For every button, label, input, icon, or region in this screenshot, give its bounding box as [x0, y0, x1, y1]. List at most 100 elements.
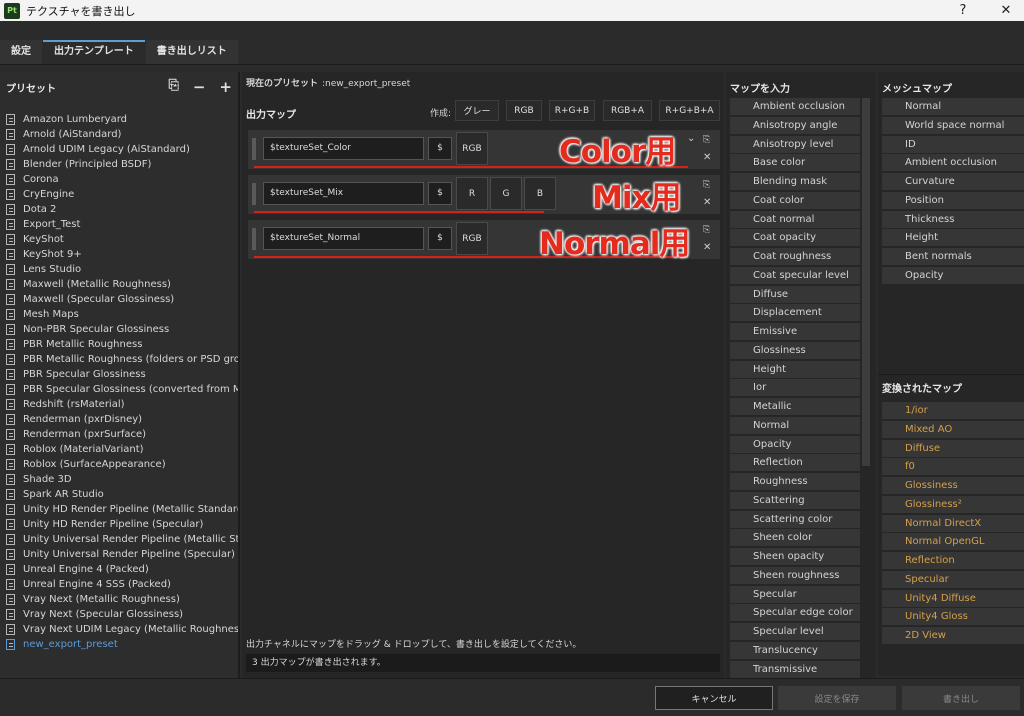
mesh-map-item[interactable]: Normal: [882, 98, 1024, 115]
tab-export-list[interactable]: 書き出しリスト: [145, 40, 238, 64]
preset-item[interactable]: Renderman (pxrDisney): [0, 412, 238, 427]
output-map-name-input[interactable]: $textureSet_Mix: [263, 182, 424, 205]
close-window-button[interactable]: ✕: [989, 0, 1023, 21]
input-map-item[interactable]: Scattering color: [730, 510, 860, 528]
copy-icon[interactable]: ⎘: [703, 135, 710, 145]
close-icon[interactable]: ✕: [703, 197, 711, 208]
cancel-button[interactable]: キャンセル: [655, 686, 773, 710]
input-map-item[interactable]: Roughness: [730, 473, 860, 490]
input-map-item[interactable]: Normal: [730, 416, 860, 434]
mesh-map-item[interactable]: Ambient occlusion: [882, 154, 1024, 172]
preset-item[interactable]: PBR Metallic Roughness: [0, 337, 238, 352]
preset-item[interactable]: Roblox (MaterialVariant): [0, 442, 238, 457]
output-map-name-input[interactable]: $textureSet_Color: [263, 137, 424, 160]
remove-preset-icon[interactable]: −: [193, 78, 206, 96]
tab-output-template[interactable]: 出力テンプレート: [43, 40, 145, 64]
converted-map-item[interactable]: Unity4 Diffuse: [882, 589, 1024, 607]
duplicate-preset-icon[interactable]: ⎘: [168, 78, 178, 96]
channel-slot-g[interactable]: G: [490, 177, 522, 210]
input-map-item[interactable]: Coat opacity: [730, 229, 860, 247]
output-map-name-input[interactable]: $textureSet_Normal: [263, 227, 424, 250]
converted-map-item[interactable]: Glossiness: [882, 477, 1024, 494]
preset-item[interactable]: Unreal Engine 4 (Packed): [0, 562, 238, 577]
preset-item[interactable]: Renderman (pxrSurface): [0, 427, 238, 442]
preset-item[interactable]: KeyShot 9+: [0, 247, 238, 262]
preset-item[interactable]: Mesh Maps: [0, 307, 238, 322]
input-map-item[interactable]: Height: [730, 360, 860, 378]
mesh-map-item[interactable]: Position: [882, 191, 1024, 209]
preset-item[interactable]: Maxwell (Metallic Roughness): [0, 277, 238, 292]
converted-map-item[interactable]: Specular: [882, 570, 1024, 588]
variable-button[interactable]: $: [428, 137, 452, 160]
input-map-item[interactable]: Sheen opacity: [730, 548, 860, 565]
mesh-map-item[interactable]: Thickness: [882, 210, 1024, 228]
copy-icon[interactable]: ⎘: [703, 180, 710, 190]
preset-item[interactable]: Export_Test: [0, 217, 238, 232]
input-map-item[interactable]: Sheen color: [730, 529, 860, 547]
help-button[interactable]: ?: [946, 0, 980, 21]
input-map-item[interactable]: Emissive: [730, 323, 860, 340]
input-map-item[interactable]: Coat roughness: [730, 248, 860, 265]
add-preset-icon[interactable]: +: [219, 78, 232, 96]
preset-item[interactable]: Vray Next (Metallic Roughness): [0, 592, 238, 607]
mesh-map-item[interactable]: ID: [882, 135, 1024, 153]
input-map-item[interactable]: Metallic: [730, 398, 860, 415]
input-map-item[interactable]: Scattering: [730, 491, 860, 509]
input-map-item[interactable]: Sheen roughness: [730, 566, 860, 584]
preset-item[interactable]: Maxwell (Specular Glossiness): [0, 292, 238, 307]
input-map-item[interactable]: Anisotropy level: [730, 135, 860, 153]
input-map-item[interactable]: Anisotropy angle: [730, 116, 860, 134]
drag-handle[interactable]: [252, 138, 256, 160]
preset-item[interactable]: Amazon Lumberyard: [0, 112, 238, 127]
preset-item[interactable]: Unity Universal Render Pipeline (Specula…: [0, 547, 238, 562]
preset-item[interactable]: Vray Next UDIM Legacy (Metallic Roughnes…: [0, 622, 238, 637]
mesh-map-item[interactable]: Height: [882, 229, 1024, 247]
preset-item[interactable]: Dota 2: [0, 202, 238, 217]
preset-item[interactable]: Non-PBR Specular Glossiness: [0, 322, 238, 337]
channel-slot-rgb[interactable]: RGB: [456, 132, 488, 165]
input-map-item[interactable]: Transmissive: [730, 660, 860, 678]
converted-map-item[interactable]: Normal DirectX: [882, 514, 1024, 532]
preset-item[interactable]: Spark AR Studio: [0, 487, 238, 502]
converted-map-item[interactable]: 1/ior: [882, 402, 1024, 419]
preset-item[interactable]: Arnold UDIM Legacy (AiStandard): [0, 142, 238, 157]
variable-button[interactable]: $: [428, 227, 452, 250]
preset-item[interactable]: Lens Studio: [0, 262, 238, 277]
input-map-item[interactable]: Coat color: [730, 191, 860, 209]
create-rgb-button[interactable]: RGB: [506, 100, 542, 121]
input-map-item[interactable]: Translucency: [730, 641, 860, 659]
tab-settings[interactable]: 設定: [0, 40, 42, 64]
converted-map-item[interactable]: Diffuse: [882, 439, 1024, 457]
create-r-g-b-a-button[interactable]: R+G+B+A: [659, 100, 720, 121]
input-map-item[interactable]: Glossiness: [730, 341, 860, 359]
preset-item[interactable]: Arnold (AiStandard): [0, 127, 238, 142]
converted-map-item[interactable]: f0: [882, 458, 1024, 476]
converted-map-item[interactable]: Unity4 Gloss: [882, 608, 1024, 626]
input-map-item[interactable]: Ior: [730, 379, 860, 397]
preset-item[interactable]: new_export_preset: [0, 637, 238, 652]
close-icon[interactable]: ✕: [703, 242, 711, 253]
converted-map-item[interactable]: Reflection: [882, 552, 1024, 569]
input-map-item[interactable]: Reflection: [730, 454, 860, 472]
mesh-map-item[interactable]: Bent normals: [882, 248, 1024, 265]
chevron-down-icon[interactable]: ⌄: [687, 133, 695, 144]
drag-handle[interactable]: [252, 228, 256, 250]
channel-slot-r[interactable]: R: [456, 177, 488, 210]
preset-item[interactable]: Corona: [0, 172, 238, 187]
input-map-item[interactable]: Opacity: [730, 435, 860, 453]
preset-item[interactable]: PBR Metallic Roughness (folders or PSD g…: [0, 352, 238, 367]
preset-item[interactable]: Redshift (rsMaterial): [0, 397, 238, 412]
save-settings-button[interactable]: 設定を保存: [778, 686, 896, 710]
preset-item[interactable]: Unity Universal Render Pipeline (Metalli…: [0, 532, 238, 547]
preset-item[interactable]: Unity HD Render Pipeline (Metallic Stand…: [0, 502, 238, 517]
variable-button[interactable]: $: [428, 182, 452, 205]
input-map-item[interactable]: Displacement: [730, 304, 860, 322]
drag-handle[interactable]: [252, 183, 256, 205]
converted-map-item[interactable]: Glossiness²: [882, 495, 1024, 513]
copy-icon[interactable]: ⎘: [703, 225, 710, 235]
create-rgb-a-button[interactable]: RGB+A: [603, 100, 652, 121]
input-map-item[interactable]: Specular edge color: [730, 604, 860, 622]
preset-item[interactable]: Unreal Engine 4 SSS (Packed): [0, 577, 238, 592]
input-map-item[interactable]: Coat normal: [730, 210, 860, 228]
mesh-map-item[interactable]: World space normal: [882, 116, 1024, 134]
